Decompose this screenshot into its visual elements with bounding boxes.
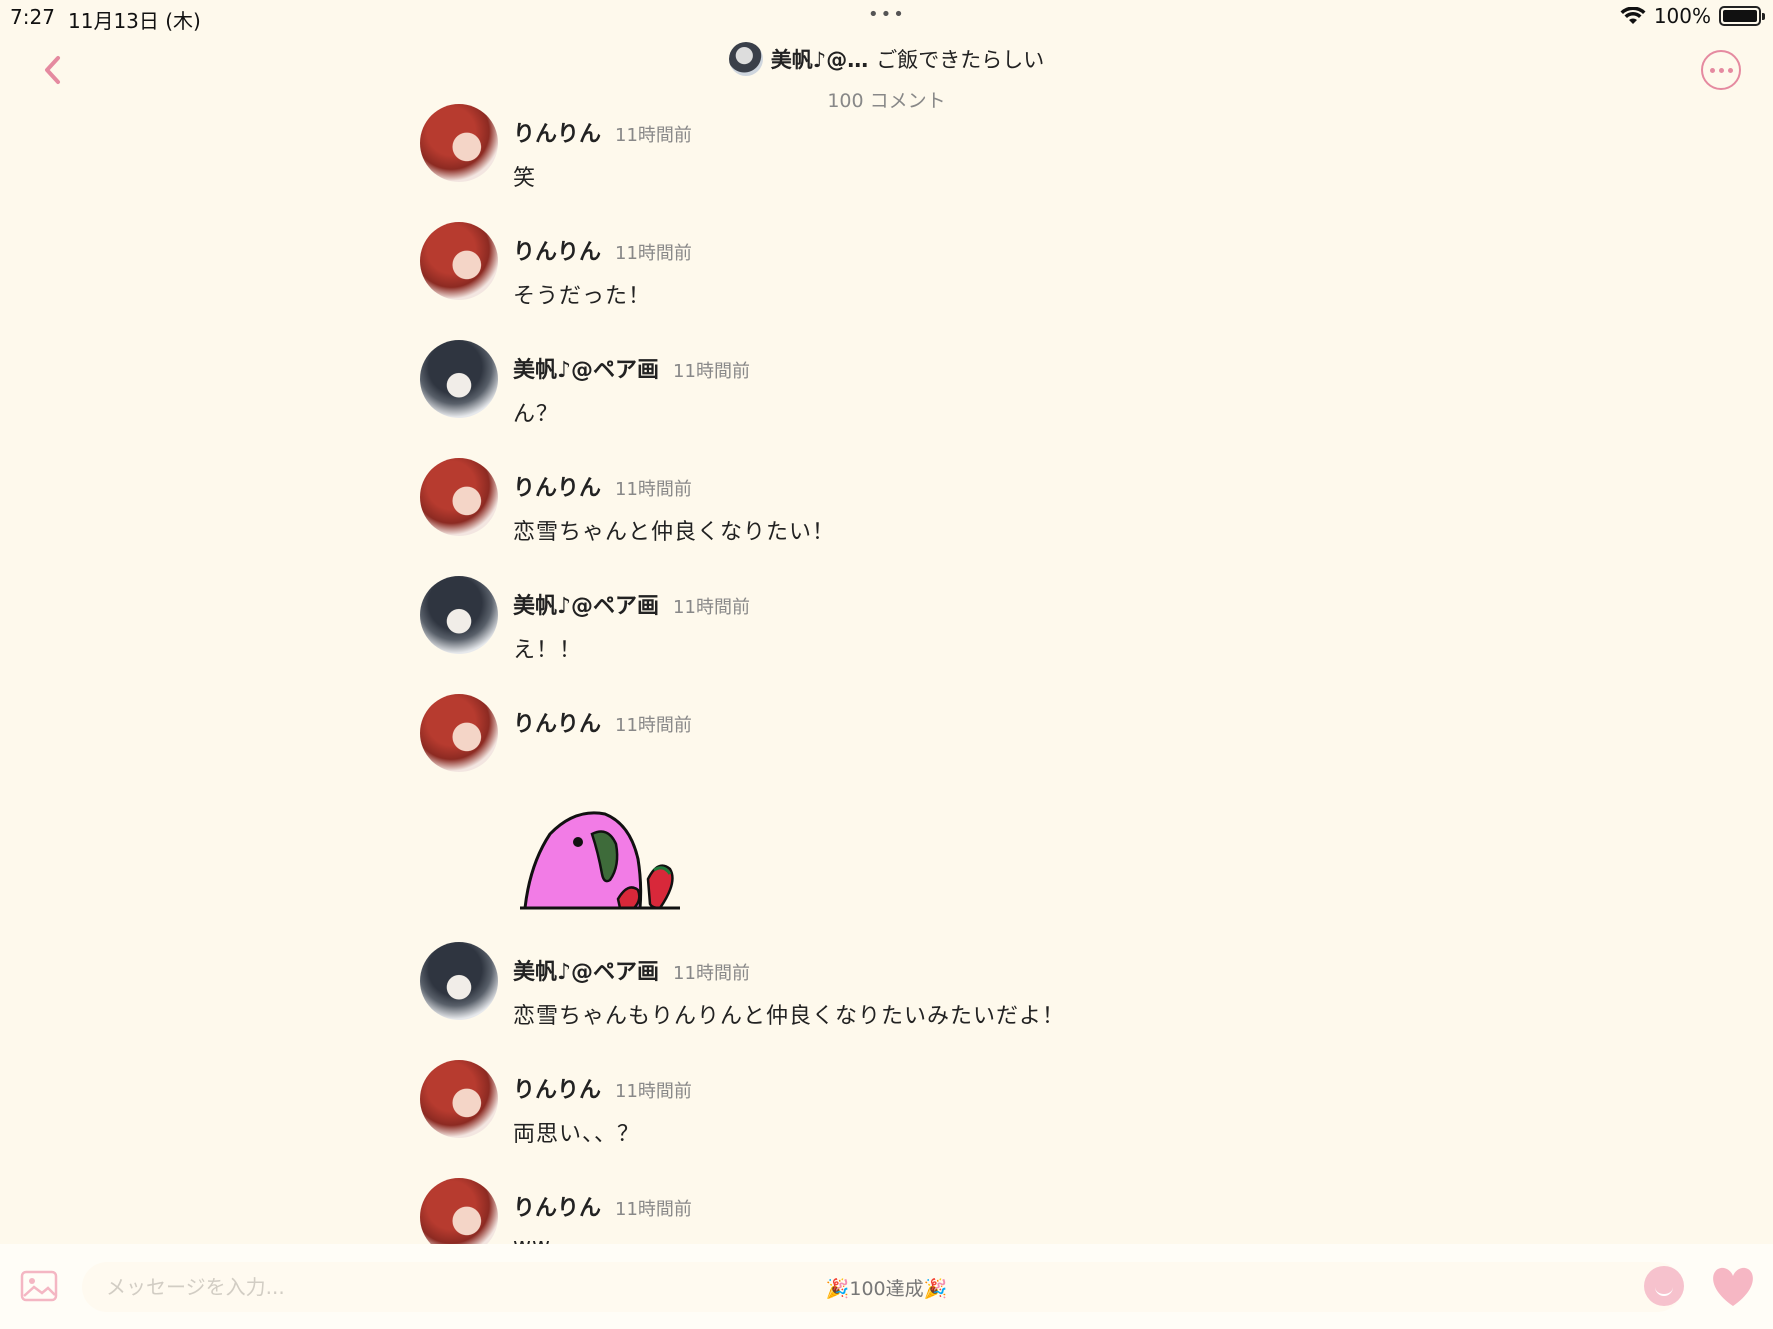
thread-owner-name: 美帆♪@… bbox=[770, 48, 869, 72]
message-author: 美帆♪@ペア画 bbox=[513, 594, 660, 619]
status-date: 11月13日 (木) bbox=[68, 9, 201, 33]
list-item: りんりん 11時間前 ww bbox=[420, 1178, 692, 1244]
avatar[interactable] bbox=[420, 942, 498, 1020]
message-time: 11時間前 bbox=[673, 963, 750, 984]
heart-icon[interactable] bbox=[1710, 1266, 1756, 1308]
message-time: 11時間前 bbox=[615, 125, 692, 146]
message-author: りんりん bbox=[513, 1078, 602, 1103]
message-author: りんりん bbox=[513, 240, 602, 265]
thread-title: ご飯できたらしい bbox=[876, 48, 1045, 72]
smiley-icon[interactable] bbox=[1644, 1266, 1684, 1306]
image-icon[interactable] bbox=[20, 1270, 58, 1302]
message-text: 恋雪ちゃんもりんりんと仲良くなりたいみたいだよ！ bbox=[513, 1004, 1066, 1029]
parrot-sticker[interactable] bbox=[520, 804, 685, 914]
message-text: え！！ bbox=[513, 638, 583, 663]
message-author: 美帆♪@ペア画 bbox=[513, 960, 660, 985]
header-center: 美帆♪@… ご飯できたらしい 100 コメント bbox=[0, 42, 1773, 113]
list-item: りんりん 11時間前 bbox=[420, 694, 692, 772]
list-item: 美帆♪@ペア画 11時間前 ん？ bbox=[420, 340, 750, 428]
avatar bbox=[728, 42, 763, 76]
message-author: りんりん bbox=[513, 712, 602, 737]
avatar[interactable] bbox=[420, 694, 498, 772]
status-bar: 7:27 11月13日 (木) ••• 100% bbox=[0, 0, 1773, 34]
message-author: りんりん bbox=[513, 1196, 602, 1221]
message-text: そうだった！ bbox=[513, 284, 652, 309]
message-list[interactable]: りんりん 11時間前 笑 りんりん 11時間前 そうだった！ 美帆♪@ペア画 1… bbox=[0, 104, 1773, 1244]
message-author: りんりん bbox=[513, 122, 602, 147]
ellipsis-circle-icon[interactable] bbox=[1701, 50, 1741, 90]
message-author: りんりん bbox=[513, 476, 602, 501]
message-time: 11時間前 bbox=[615, 243, 692, 264]
list-item: りんりん 11時間前 そうだった！ bbox=[420, 222, 692, 310]
message-text: ww bbox=[513, 1234, 692, 1244]
avatar[interactable] bbox=[420, 1060, 498, 1138]
list-item: りんりん 11時間前 恋雪ちゃんと仲良くなりたい！ bbox=[420, 458, 835, 546]
message-text: ん？ bbox=[513, 402, 560, 427]
message-input[interactable] bbox=[82, 1262, 1682, 1312]
message-author: 美帆♪@ペア画 bbox=[513, 358, 660, 383]
list-item: りんりん 11時間前 両思い、、？ bbox=[420, 1060, 692, 1148]
avatar[interactable] bbox=[420, 340, 498, 418]
avatar[interactable] bbox=[420, 576, 498, 654]
thread-header: 美帆♪@… ご飯できたらしい 100 コメント bbox=[0, 34, 1773, 112]
message-time: 11時間前 bbox=[615, 715, 692, 736]
avatar[interactable] bbox=[420, 222, 498, 300]
avatar[interactable] bbox=[420, 1178, 498, 1244]
message-time: 11時間前 bbox=[615, 1199, 692, 1220]
message-time: 11時間前 bbox=[673, 597, 750, 618]
avatar[interactable] bbox=[420, 104, 498, 182]
header-title-row[interactable]: 美帆♪@… ご飯できたらしい bbox=[728, 42, 1045, 76]
status-right: 100% bbox=[1620, 4, 1765, 28]
message-text: 恋雪ちゃんと仲良くなりたい！ bbox=[513, 520, 836, 545]
list-item: 美帆♪@ペア画 11時間前 え！！ bbox=[420, 576, 750, 664]
message-text: 両思い、、？ bbox=[513, 1122, 641, 1147]
battery-icon bbox=[1719, 6, 1765, 26]
avatar[interactable] bbox=[420, 458, 498, 536]
message-text: 笑 bbox=[513, 166, 537, 191]
wifi-icon bbox=[1620, 7, 1646, 24]
message-time: 11時間前 bbox=[615, 479, 692, 500]
message-time: 11時間前 bbox=[673, 361, 750, 382]
composer-bar: 🎉100達成🎉 bbox=[0, 1244, 1773, 1329]
list-item: りんりん 11時間前 笑 bbox=[420, 104, 692, 192]
multitask-dots-icon[interactable]: ••• bbox=[868, 4, 906, 25]
battery-percent: 100% bbox=[1653, 4, 1711, 28]
list-item: 美帆♪@ペア画 11時間前 恋雪ちゃんもりんりんと仲良くなりたいみたいだよ！ bbox=[420, 942, 1065, 1030]
message-time: 11時間前 bbox=[615, 1081, 692, 1102]
status-time: 7:27 bbox=[10, 5, 55, 29]
